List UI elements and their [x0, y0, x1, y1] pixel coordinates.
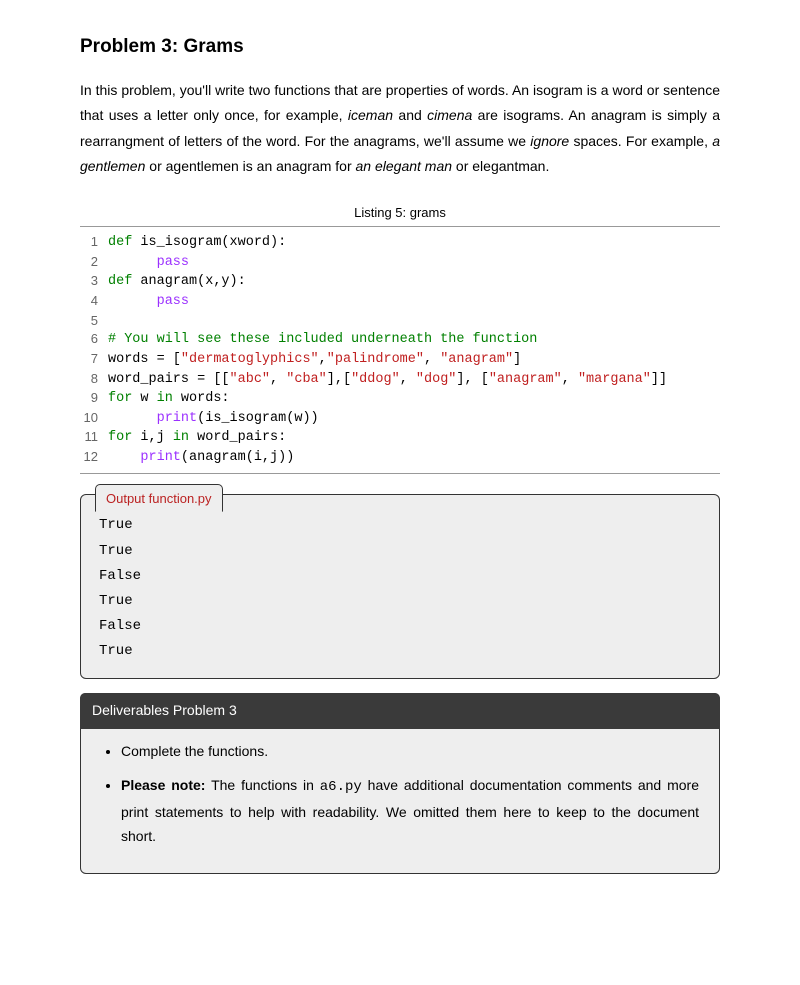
code-line: 2 pass: [80, 253, 720, 273]
code-text: w: [132, 389, 156, 409]
output-line: False: [99, 614, 701, 639]
code-keyword: for: [108, 389, 132, 409]
output-line: True: [99, 513, 701, 538]
line-number: 1: [80, 233, 108, 253]
deliverables-text: The functions in: [205, 777, 319, 793]
code-line: 4 pass: [80, 292, 720, 312]
code-keyword: in: [173, 428, 189, 448]
line-number: 2: [80, 253, 108, 273]
deliverables-body: Complete the functions. Please note: The…: [81, 729, 719, 873]
code-text: (is_isogram(w)): [197, 409, 319, 429]
code-string: "cba": [286, 370, 327, 390]
code-text: is_isogram(xword):: [132, 233, 286, 253]
intro-paragraph: In this problem, you'll write two functi…: [80, 78, 720, 179]
deliverables-item: Please note: The functions in a6.py have…: [121, 773, 699, 849]
code-keyword: def: [108, 272, 132, 292]
line-number: 6: [80, 330, 108, 350]
output-tab-label: Output function.py: [95, 484, 223, 511]
page-title: Problem 3: Grams: [80, 30, 720, 64]
code-builtin: print: [140, 448, 181, 468]
deliverables-item: Complete the functions.: [121, 739, 699, 764]
code-line: 3def anagram(x,y):: [80, 272, 720, 292]
code-builtin: pass: [157, 292, 189, 312]
code-line: 10 print(is_isogram(w)): [80, 409, 720, 429]
deliverables-box: Deliverables Problem 3 Complete the func…: [80, 693, 720, 873]
code-line: 1def is_isogram(xword):: [80, 233, 720, 253]
deliverables-header: Deliverables Problem 3: [80, 693, 720, 728]
output-box: Output function.py True True False True …: [80, 494, 720, 679]
listing-caption: Listing 5: grams: [80, 201, 720, 224]
code-text: words:: [173, 389, 230, 409]
code-text: ,: [400, 370, 416, 390]
code-listing: 1def is_isogram(xword): 2 pass 3def anag…: [80, 226, 720, 474]
intro-italic-ignore: ignore: [530, 133, 569, 149]
code-string: "palindrome": [327, 350, 424, 370]
filename-code: a6.py: [320, 779, 362, 795]
code-string: "anagram": [440, 350, 513, 370]
code-text: word_pairs:: [189, 428, 286, 448]
code-text: ,: [562, 370, 578, 390]
code-indent: [108, 253, 157, 273]
code-comment: # You will see these included underneath…: [108, 330, 537, 350]
code-text: ],[: [327, 370, 351, 390]
code-text: anagram(x,y):: [132, 272, 245, 292]
code-line: 7words = ["dermatoglyphics","palindrome"…: [80, 350, 720, 370]
intro-text: spaces. For example,: [569, 133, 712, 149]
code-text: ,: [270, 370, 286, 390]
output-line: False: [99, 564, 701, 589]
please-note-label: Please note:: [121, 777, 205, 793]
intro-italic-cimena: cimena: [427, 107, 472, 123]
code-string: "dermatoglyphics": [181, 350, 319, 370]
line-number: 12: [80, 448, 108, 468]
code-string: "ddog": [351, 370, 400, 390]
code-string: "margana": [578, 370, 651, 390]
intro-italic-iceman: iceman: [348, 107, 393, 123]
code-line: 5: [80, 312, 720, 331]
line-number: 10: [80, 409, 108, 429]
code-string: "dog": [416, 370, 457, 390]
output-line: True: [99, 639, 701, 664]
code-string: "anagram": [489, 370, 562, 390]
code-text: (anagram(i,j)): [181, 448, 294, 468]
output-line: True: [99, 539, 701, 564]
line-number: 4: [80, 292, 108, 312]
code-text: ]: [513, 350, 521, 370]
code-text: ,: [424, 350, 440, 370]
code-line: 11for i,j in word_pairs:: [80, 428, 720, 448]
code-indent: [108, 409, 157, 429]
code-text: words = [: [108, 350, 181, 370]
code-string: "abc": [230, 370, 271, 390]
code-text: i,j: [132, 428, 173, 448]
intro-text: or agentlemen is an anagram for: [145, 158, 355, 174]
line-number: 3: [80, 272, 108, 292]
code-line: 9for w in words:: [80, 389, 720, 409]
line-number: 7: [80, 350, 108, 370]
line-number: 5: [80, 312, 108, 331]
intro-text: or elegantman.: [452, 158, 549, 174]
line-number: 8: [80, 370, 108, 390]
line-number: 9: [80, 389, 108, 409]
output-line: True: [99, 589, 701, 614]
intro-italic-anelegantman: an elegant man: [356, 158, 453, 174]
code-keyword: in: [157, 389, 173, 409]
intro-text: and: [393, 107, 427, 123]
code-line: 12 print(anagram(i,j)): [80, 448, 720, 468]
code-text: word_pairs = [[: [108, 370, 230, 390]
code-indent: [108, 448, 140, 468]
code-line: 6# You will see these included underneat…: [80, 330, 720, 350]
code-indent: [108, 292, 157, 312]
output-body: True True False True False True: [81, 495, 719, 678]
code-text: ,: [319, 350, 327, 370]
code-text: ], [: [456, 370, 488, 390]
code-builtin: pass: [157, 253, 189, 273]
line-number: 11: [80, 428, 108, 448]
code-keyword: for: [108, 428, 132, 448]
code-line: 8word_pairs = [["abc", "cba"],["ddog", "…: [80, 370, 720, 390]
code-builtin: print: [157, 409, 198, 429]
code-keyword: def: [108, 233, 132, 253]
code-text: ]]: [651, 370, 667, 390]
